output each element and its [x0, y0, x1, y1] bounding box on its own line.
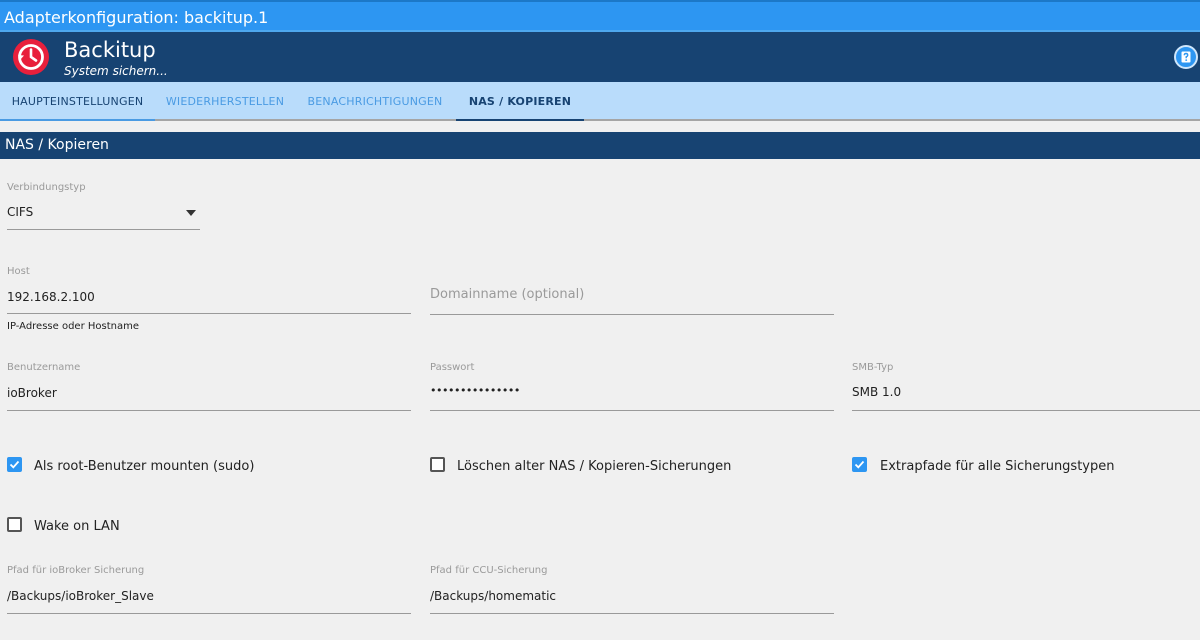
- connection-type-value: CIFS: [7, 205, 34, 219]
- domain-input[interactable]: Domainname (optional): [430, 284, 834, 315]
- wake-on-lan-checkbox[interactable]: [7, 517, 22, 532]
- section-title: NAS / Kopieren: [5, 137, 109, 153]
- app-subtitle: System sichern...: [64, 64, 168, 78]
- extra-paths-checkbox[interactable]: [852, 457, 867, 472]
- tab-haupteinstellungen[interactable]: HAUPTEINSTELLUNGEN: [0, 82, 155, 121]
- username-label: Benutzername: [7, 362, 81, 373]
- mount-root-label: Als root-Benutzer mounten (sudo): [34, 459, 255, 474]
- help-icon: [1181, 51, 1191, 63]
- section-header: NAS / Kopieren: [0, 132, 1200, 159]
- username-input[interactable]: ioBroker: [7, 380, 411, 411]
- tab-benachrichtigungen[interactable]: BENACHRICHTIGUNGEN: [295, 82, 455, 121]
- smb-type-label: SMB-Typ: [852, 362, 894, 373]
- host-label: Host: [7, 266, 30, 277]
- backup-clock-icon: [13, 39, 49, 75]
- iobroker-path-label: Pfad für ioBroker Sicherung: [7, 565, 145, 576]
- host-value: 192.168.2.100: [7, 290, 95, 304]
- password-value: •••••••••••••••: [430, 384, 520, 397]
- iobroker-path-input[interactable]: /Backups/ioBroker_Slave: [7, 583, 411, 614]
- password-label: Passwort: [430, 362, 475, 373]
- tab-nas-kopieren[interactable]: NAS / KOPIEREN: [456, 82, 584, 121]
- tab-label: WIEDERHERSTELLEN: [165, 95, 285, 108]
- window-title: Adapterkonfiguration: backitup.1: [4, 8, 269, 27]
- host-input[interactable]: 192.168.2.100: [7, 284, 411, 314]
- mount-root-checkbox[interactable]: [7, 457, 22, 472]
- tab-label: HAUPTEINSTELLUNGEN: [11, 95, 144, 108]
- app-header: Backitup System sichern...: [0, 30, 1200, 82]
- ccu-path-input[interactable]: /Backups/homematic: [430, 583, 834, 614]
- app-name: Backitup: [64, 38, 156, 62]
- delete-old-label: Löschen alter NAS / Kopieren-Sicherungen: [457, 459, 732, 474]
- dropdown-arrow-icon: [186, 210, 196, 216]
- tab-label: NAS / KOPIEREN: [468, 95, 572, 108]
- smb-type-value: SMB 1.0: [852, 385, 902, 399]
- password-input[interactable]: •••••••••••••••: [430, 380, 834, 411]
- username-value: ioBroker: [7, 386, 57, 400]
- tab-bar: HAUPTEINSTELLUNGEN WIEDERHERSTELLEN BENA…: [0, 82, 1200, 121]
- domain-placeholder: Domainname (optional): [430, 287, 585, 302]
- window-titlebar: Adapterkonfiguration: backitup.1: [0, 0, 1200, 30]
- delete-old-checkbox[interactable]: [430, 457, 445, 472]
- iobroker-path-value: /Backups/ioBroker_Slave: [7, 589, 154, 603]
- ccu-path-label: Pfad für CCU-Sicherung: [430, 565, 548, 576]
- connection-type-select[interactable]: CIFS: [7, 200, 200, 230]
- smb-type-select[interactable]: SMB 1.0: [852, 380, 1200, 411]
- ccu-path-value: /Backups/homematic: [430, 589, 557, 603]
- help-button[interactable]: [1174, 45, 1198, 69]
- tab-wiederherstellen[interactable]: WIEDERHERSTELLEN: [155, 82, 295, 121]
- checkmark-icon: [854, 460, 865, 469]
- checkmark-icon: [9, 460, 20, 469]
- host-helper-text: IP-Adresse oder Hostname: [7, 321, 139, 332]
- wake-on-lan-label: Wake on LAN: [34, 519, 120, 534]
- connection-type-label: Verbindungstyp: [7, 182, 86, 193]
- extra-paths-label: Extrapfade für alle Sicherungstypen: [880, 459, 1115, 474]
- tab-label: BENACHRICHTIGUNGEN: [307, 95, 443, 108]
